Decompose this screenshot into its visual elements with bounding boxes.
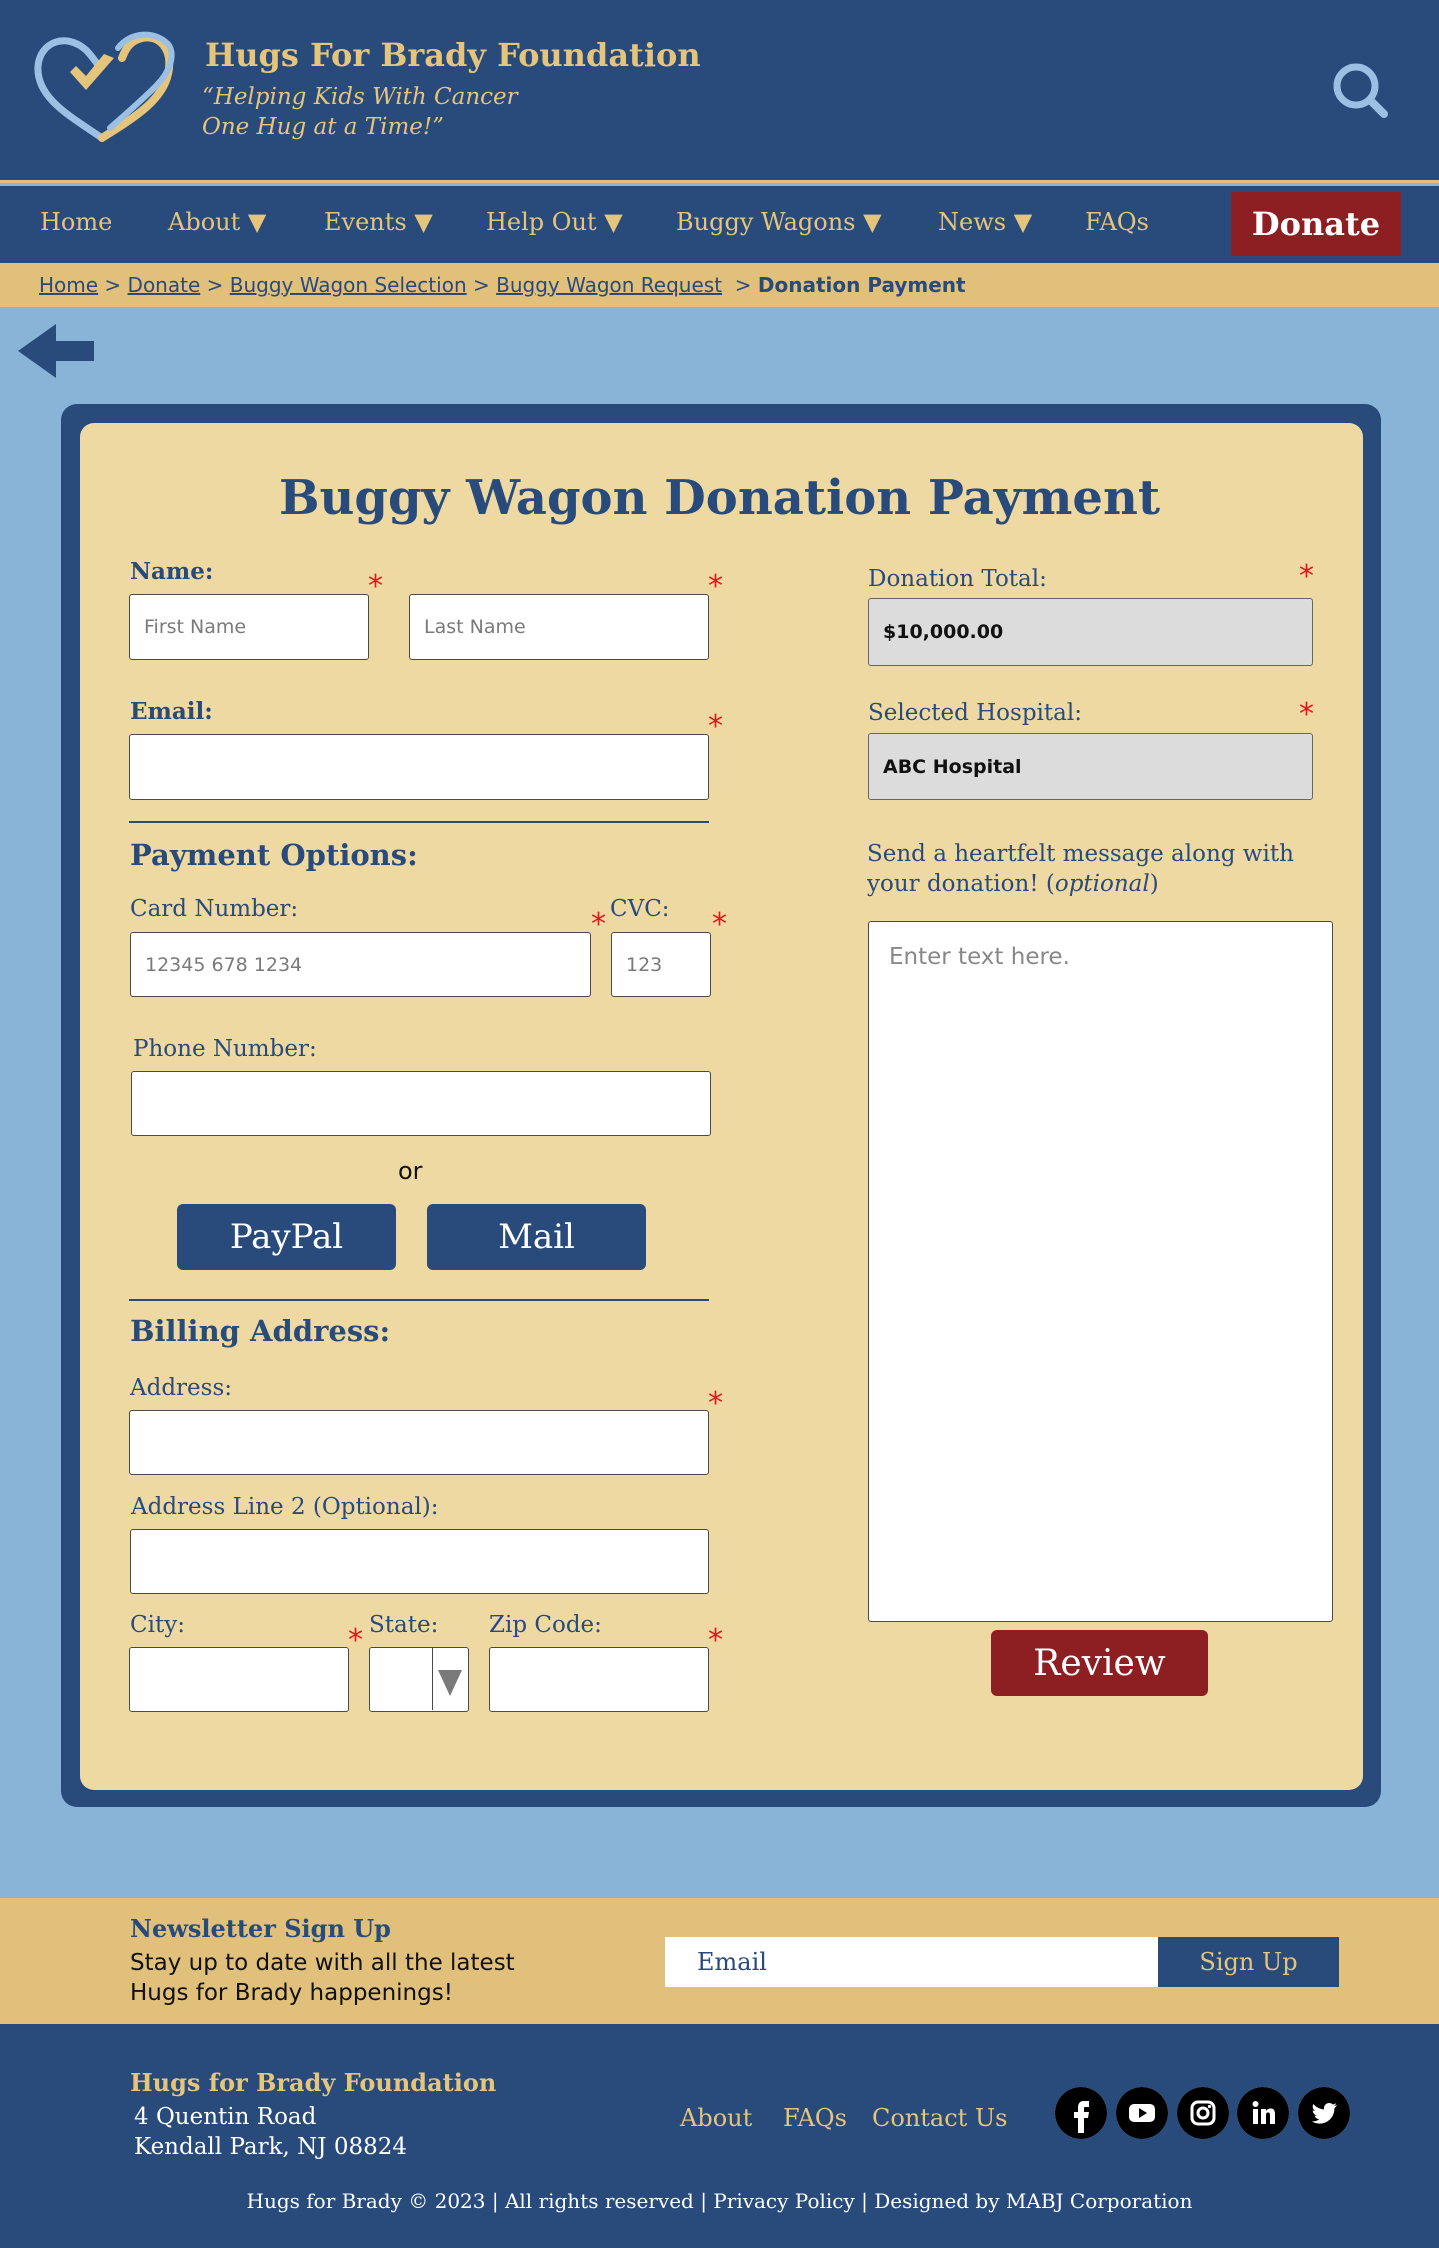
breadcrumb-donate[interactable]: Donate (128, 273, 201, 297)
back-arrow-icon[interactable] (16, 322, 96, 380)
city-label: City: (130, 1612, 185, 1638)
footer-address-line2: Kendall Park, NJ 08824 (134, 2134, 407, 2160)
name-label: Name: (130, 558, 214, 585)
footer-link-contact[interactable]: Contact Us (872, 2104, 1007, 2132)
required-marker: * (708, 1623, 723, 1658)
brand-title[interactable]: Hugs For Brady Foundation (205, 36, 701, 74)
required-marker: * (708, 1386, 723, 1421)
nav-item-faqs[interactable]: FAQs (1085, 208, 1149, 236)
breadcrumb-separator: > (206, 273, 224, 297)
divider (129, 1299, 709, 1301)
city-input[interactable] (129, 1647, 349, 1712)
heart-hug-logo[interactable] (30, 28, 180, 150)
zip-code-input[interactable] (489, 1647, 709, 1712)
card-number-input[interactable] (130, 932, 591, 997)
form-title: Buggy Wagon Donation Payment (278, 470, 1161, 526)
newsletter-title: Newsletter Sign Up (130, 1914, 391, 1943)
twitter-icon[interactable] (1298, 2087, 1350, 2139)
selected-hospital-label: Selected Hospital: (868, 700, 1082, 726)
nav-item-help-out[interactable]: Help Out ▼ (486, 208, 623, 236)
email-input[interactable] (129, 734, 709, 800)
breadcrumb-separator: > (734, 273, 752, 297)
facebook-icon[interactable] (1055, 2087, 1107, 2139)
review-button[interactable]: Review (991, 1630, 1208, 1696)
newsletter-email-input[interactable] (665, 1937, 1158, 1987)
footer-link-faqs[interactable]: FAQs (783, 2104, 847, 2132)
required-marker: * (712, 907, 727, 942)
paypal-button[interactable]: PayPal (177, 1204, 396, 1270)
required-marker: * (708, 709, 723, 744)
site-header: Hugs For Brady Foundation “Helping Kids … (0, 0, 1439, 183)
brand-tagline: “Helping Kids With Cancer One Hug at a T… (202, 84, 518, 140)
newsletter-section: Newsletter Sign Up Stay up to date with … (0, 1898, 1439, 2024)
breadcrumb-separator: > (472, 273, 490, 297)
breadcrumb-separator: > (104, 273, 122, 297)
instagram-icon[interactable] (1177, 2087, 1229, 2139)
required-marker: * (591, 907, 606, 942)
required-marker: * (708, 569, 723, 604)
billing-address-heading: Billing Address: (130, 1314, 391, 1348)
address-label: Address: (130, 1375, 233, 1401)
mail-button[interactable]: Mail (427, 1204, 646, 1270)
newsletter-text: Stay up to date with all the latest Hugs… (130, 1950, 515, 2006)
state-label: State: (369, 1612, 439, 1638)
donation-total-field (868, 598, 1313, 666)
payment-options-heading: Payment Options: (130, 838, 418, 872)
breadcrumb: Home > Donate > Buggy Wagon Selection > … (0, 263, 1439, 307)
donation-total-label: Donation Total: (868, 566, 1047, 592)
email-label: Email: (130, 698, 213, 725)
last-name-input[interactable] (409, 594, 709, 660)
message-textarea[interactable] (868, 921, 1333, 1622)
search-icon[interactable] (1330, 60, 1390, 120)
card-number-label: Card Number: (130, 896, 299, 922)
required-marker: * (1299, 559, 1314, 594)
linkedin-icon[interactable] (1237, 2087, 1289, 2139)
breadcrumb-current: Donation Payment (757, 273, 966, 297)
phone-number-label: Phone Number: (133, 1036, 317, 1062)
youtube-icon[interactable] (1116, 2087, 1168, 2139)
footer-org-name: Hugs for Brady Foundation (130, 2068, 497, 2097)
footer-address: 4 Quentin Road Kendall Park, NJ 08824 (134, 2102, 407, 2162)
breadcrumb-wagon-selection[interactable]: Buggy Wagon Selection (230, 273, 467, 297)
nav-item-about[interactable]: About ▼ (168, 208, 266, 236)
zip-code-label: Zip Code: (489, 1612, 602, 1638)
selected-hospital-field (868, 733, 1313, 800)
footer-link-about[interactable]: About (680, 2104, 752, 2132)
breadcrumb-wagon-request[interactable]: Buggy Wagon Request (496, 273, 722, 297)
cvc-input[interactable] (611, 932, 711, 997)
phone-number-input[interactable] (131, 1071, 711, 1136)
sign-up-button[interactable]: Sign Up (1158, 1937, 1339, 1987)
donate-button[interactable]: Donate (1231, 192, 1401, 256)
nav-item-home[interactable]: Home (40, 208, 112, 236)
divider (129, 821, 709, 823)
state-select[interactable] (369, 1647, 469, 1712)
message-prompt: Send a heartfelt message along with your… (867, 839, 1294, 899)
required-marker: * (1299, 697, 1314, 732)
cvc-label: CVC: (610, 896, 670, 922)
required-marker: * (368, 569, 383, 604)
address-line2-label: Address Line 2 (Optional): (131, 1494, 439, 1520)
first-name-input[interactable] (129, 594, 369, 660)
nav-item-events[interactable]: Events ▼ (324, 208, 433, 236)
breadcrumb-home[interactable]: Home (39, 273, 98, 297)
message-prompt-line2: your donation! ( (867, 871, 1055, 897)
message-prompt-close: ) (1149, 871, 1159, 897)
required-marker: * (348, 1623, 363, 1658)
message-prompt-optional: optional (1054, 871, 1150, 897)
or-separator: or (398, 1157, 423, 1185)
footer-address-line1: 4 Quentin Road (134, 2104, 317, 2130)
main-nav: Home About ▼ Events ▼ Help Out ▼ Buggy W… (0, 186, 1439, 263)
nav-item-buggy-wagons[interactable]: Buggy Wagons ▼ (676, 208, 882, 236)
address-input[interactable] (129, 1410, 709, 1475)
chevron-down-icon[interactable] (432, 1648, 468, 1710)
message-prompt-line1: Send a heartfelt message along with (867, 841, 1294, 867)
address-line2-input[interactable] (130, 1529, 709, 1594)
nav-item-news[interactable]: News ▼ (938, 208, 1032, 236)
copyright-text: Hugs for Brady © 2023 | All rights reser… (246, 2189, 1193, 2213)
site-footer: Hugs for Brady Foundation 4 Quentin Road… (0, 2024, 1439, 2248)
